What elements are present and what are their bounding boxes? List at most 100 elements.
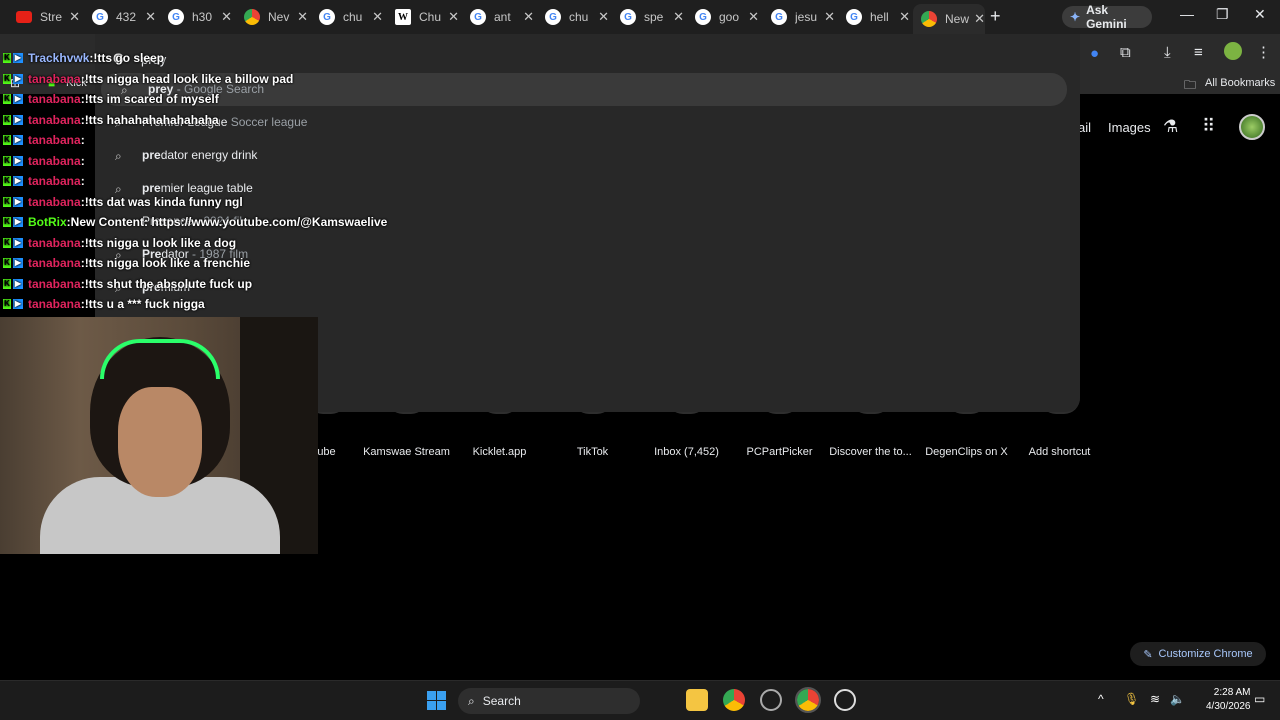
close-tab-icon[interactable]: ✕ (69, 9, 80, 25)
media-player-taskbar-icon[interactable] (834, 689, 856, 711)
notification-icon[interactable]: ▭ (1254, 692, 1265, 706)
tab-5[interactable]: W Chu ✕ (387, 4, 459, 30)
tab-3[interactable]: Nev ✕ (236, 4, 308, 30)
close-tab-icon[interactable]: ✕ (748, 9, 759, 25)
tab-12[interactable]: New ✕ (913, 4, 985, 34)
omnibox-suggestion[interactable]: ⌕ predator energy drink (95, 139, 1080, 172)
close-tab-icon[interactable]: ✕ (297, 9, 308, 25)
youtube-favicon-icon (16, 11, 32, 23)
shortcut-label: DegenClips on X (925, 446, 1008, 458)
close-tab-icon[interactable]: ✕ (899, 9, 910, 25)
chat-username: tanabana (28, 133, 81, 147)
ask-gemini-button[interactable]: ✦ Ask Gemini (1062, 3, 1152, 31)
google-favicon-icon: G (846, 9, 862, 25)
profile-avatar[interactable] (1224, 42, 1242, 60)
taskbar-search[interactable]: ⌕ Search (458, 688, 640, 714)
maximize-icon[interactable]: ❐ (1216, 6, 1229, 23)
chat-message: K ▶ tanabana : !tts hahahahahahahaha (3, 110, 219, 130)
tab-title: New (945, 12, 970, 26)
menu-icon[interactable]: ⋮ (1256, 43, 1271, 61)
close-window-icon[interactable]: ✕ (1254, 6, 1266, 23)
download-icon[interactable]: ⤓ (1164, 44, 1171, 61)
google-favicon-icon: G (620, 9, 636, 25)
subscriber-badge-icon: ▶ (13, 278, 23, 289)
settings-taskbar-icon[interactable] (760, 689, 782, 711)
suggestion-subtitle: Soccer league (227, 115, 308, 129)
chat-username: BotRix (28, 215, 67, 229)
tab-0[interactable]: Stre ✕ (8, 4, 80, 30)
suggestion-text: predator energy drink (142, 148, 257, 162)
shortcut-label: TikTok (576, 446, 609, 458)
labs-icon[interactable]: ⚗ (1163, 117, 1178, 137)
subscriber-badge-icon: ▶ (13, 135, 23, 145)
webcam-face (118, 387, 202, 497)
system-clock[interactable]: 2:28 AM 4/30/2026 (1206, 686, 1251, 714)
customize-chrome-button[interactable]: ✎ Customize Chrome (1130, 642, 1266, 666)
minimize-icon[interactable]: — (1180, 6, 1194, 22)
shortcut-label: Inbox (7,452) (654, 446, 719, 458)
taskbar-search-label: Search (482, 694, 521, 708)
pencil-icon: ✎ (1143, 648, 1153, 661)
chrome-favicon-icon (921, 11, 937, 27)
extension-icon[interactable]: ● (1090, 45, 1099, 62)
subscriber-badge-icon: ▶ (13, 94, 23, 104)
tab-title: spe (644, 10, 664, 24)
microphone-icon[interactable]: 🎙 (1124, 692, 1139, 706)
kick-badge-icon: K (3, 176, 11, 186)
tab-1[interactable]: G 432 ✕ (84, 4, 156, 30)
chat-message: K ▶ tanabana : !tts nigga u look like a do… (3, 233, 236, 253)
tab-9[interactable]: Ggoo ✕ (687, 4, 759, 30)
close-tab-icon[interactable]: ✕ (372, 9, 383, 25)
windows-start-icon[interactable] (427, 691, 446, 710)
new-tab-button[interactable]: + (990, 6, 1001, 27)
all-bookmarks-link[interactable]: All Bookmarks (1205, 77, 1275, 89)
close-tab-icon[interactable]: ✕ (221, 9, 232, 25)
tab-4[interactable]: Gchu ✕ (311, 4, 383, 30)
close-tab-icon[interactable]: ✕ (974, 11, 985, 27)
close-tab-icon[interactable]: ✕ (824, 9, 835, 25)
file-explorer-icon[interactable] (686, 689, 708, 711)
kick-badge-icon: K (3, 155, 11, 166)
chrome-active-taskbar-icon[interactable] (795, 687, 821, 713)
tab-2[interactable]: Gh30 ✕ (160, 4, 232, 30)
account-avatar[interactable] (1239, 114, 1265, 140)
chat-text: !tts go sleep (93, 51, 165, 65)
chat-message: K ▶ tanabana : (3, 151, 85, 171)
chat-username: tanabana (28, 235, 81, 250)
subscriber-badge-icon: ▶ (13, 155, 23, 166)
chat-message: K ▶ tanabana : (3, 130, 85, 150)
close-tab-icon[interactable]: ✕ (673, 9, 684, 25)
close-tab-icon[interactable]: ✕ (598, 9, 609, 25)
chat-separator: : (80, 174, 85, 188)
tab-10[interactable]: Gjesu ✕ (763, 4, 835, 30)
images-link[interactable]: Images (1108, 120, 1151, 135)
tab-title: goo (719, 10, 740, 24)
puzzle-icon[interactable]: ⧉ (1120, 44, 1131, 61)
close-tab-icon[interactable]: ✕ (448, 9, 459, 25)
chat-message: K ▶ Trackhvwk : !tts go sleep (3, 48, 164, 68)
suggestion-rest: dator energy drink (160, 148, 258, 162)
subscriber-badge-icon: ▶ (13, 237, 23, 248)
chrome-taskbar-icon[interactable] (723, 689, 745, 711)
tab-strip: Stre ✕ G 432 ✕ Gh30 ✕ Nev ✕ Gchu ✕ W Chu ✕ Gant ✕ Gchu ✕ G… (0, 0, 1280, 34)
tab-6[interactable]: Gant ✕ (462, 4, 534, 30)
tab-8[interactable]: Gspe ✕ (612, 4, 684, 30)
volume-icon[interactable]: 🔈 (1170, 692, 1185, 706)
kick-badge-icon: K (3, 237, 11, 248)
media-icon[interactable]: ≡ (1194, 44, 1203, 61)
chevron-up-icon[interactable]: ^ (1098, 692, 1104, 706)
kick-badge-icon: K (3, 53, 11, 63)
tab-title: chu (569, 10, 589, 24)
close-tab-icon[interactable]: ✕ (145, 9, 156, 25)
tab-11[interactable]: Ghell ✕ (838, 4, 910, 30)
google-favicon-icon: G (771, 9, 787, 25)
shortcut-label: PCPartPicker (746, 446, 813, 458)
tab-7[interactable]: Gchu ✕ (537, 4, 609, 30)
close-tab-icon[interactable]: ✕ (523, 9, 534, 25)
chat-text: !tts nigga look like a frenchie (84, 256, 251, 270)
omnibox-suggestion[interactable]: ⌕ Premier League Soccer league (95, 106, 1080, 139)
wifi-icon[interactable]: ≋ (1150, 692, 1160, 706)
google-apps-icon[interactable]: ⠿ (1202, 116, 1215, 137)
search-icon: ⌕ (468, 693, 475, 708)
shortcut-label: Add shortcut (1028, 446, 1091, 458)
